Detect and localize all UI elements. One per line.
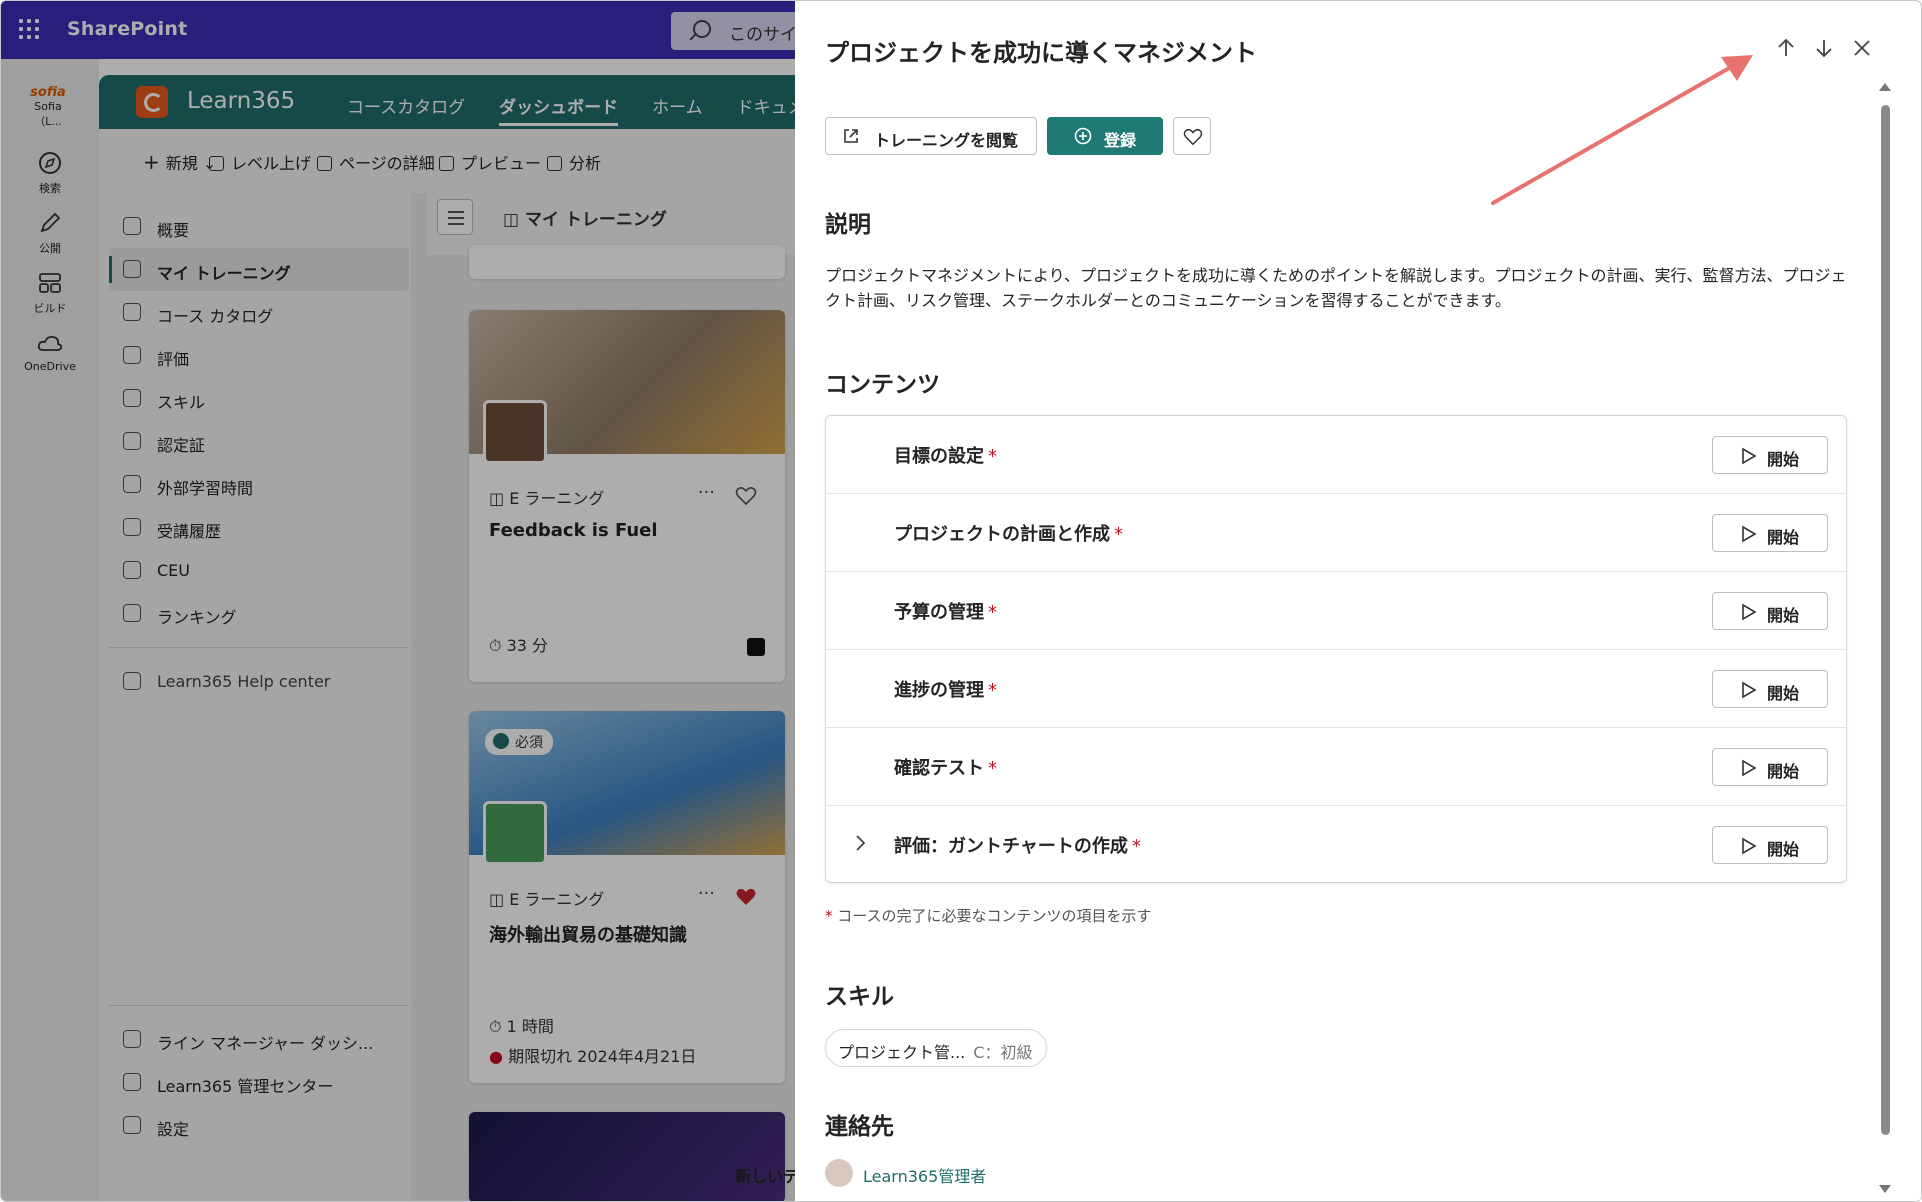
open-external-icon <box>844 129 858 143</box>
content-name: 評価：ガントチャートの作成 * <box>894 832 1141 858</box>
modal-overlay[interactable] <box>1 1 795 1201</box>
content-name: 確認テスト * <box>894 754 997 780</box>
content-name: 目標の設定 * <box>894 442 997 468</box>
description-text: プロジェクトマネジメントにより、プロジェクトを成功に導くためのポイントを解説しま… <box>825 266 1847 310</box>
content-title: 確認テスト <box>894 758 984 779</box>
panel-title: プロジェクトを成功に導くマネジメント <box>825 39 1257 67</box>
start-label: 開始 <box>1767 606 1800 625</box>
chevron-right-icon[interactable] <box>850 832 870 854</box>
required-star: * <box>988 602 997 623</box>
start-label: 開始 <box>1767 528 1800 547</box>
content-row: 進捗の管理 * 開始 <box>826 650 1846 728</box>
panel-scrollbar[interactable] <box>1877 83 1893 1193</box>
start-label: 開始 <box>1767 450 1800 469</box>
content-row: プロジェクトの計画と作成 * 開始 <box>826 494 1846 572</box>
scroll-down-icon[interactable] <box>1879 1185 1891 1193</box>
required-star: * <box>1131 836 1141 857</box>
content-title: 目標の設定 <box>894 446 984 467</box>
close-panel-button[interactable] <box>1849 35 1875 61</box>
view-training-button[interactable]: トレーニングを閲覧 <box>825 117 1037 155</box>
scroll-up-icon[interactable] <box>1879 83 1891 91</box>
required-star: * <box>988 680 997 701</box>
start-button[interactable]: 開始 <box>1712 514 1828 552</box>
contents-list: 目標の設定 * 開始 プロジェクトの計画と作成 * 開始 予算の管理 * 開始 進捗の… <box>825 415 1847 883</box>
content-row-expandable: 評価：ガントチャートの作成 * 開始 <box>826 806 1846 884</box>
skill-name: プロジェクト管... <box>838 1043 966 1062</box>
play-icon <box>1742 681 1757 699</box>
play-icon <box>1742 603 1757 621</box>
start-label: 開始 <box>1767 684 1800 703</box>
play-icon <box>1742 759 1757 777</box>
start-button[interactable]: 開始 <box>1712 826 1828 864</box>
heart-icon <box>1183 128 1203 146</box>
start-label: 開始 <box>1767 762 1800 781</box>
content-row: 目標の設定 * 開始 <box>826 416 1846 494</box>
add-circle-icon <box>1074 127 1092 145</box>
arrow-up-icon <box>1778 38 1794 56</box>
next-item-button[interactable] <box>1811 35 1837 61</box>
required-note-star: * <box>825 907 833 925</box>
enroll-label: 登録 <box>1104 131 1137 150</box>
scrollbar-thumb[interactable] <box>1881 105 1890 1135</box>
contact-heading: 連絡先 <box>825 1114 894 1140</box>
play-icon <box>1742 525 1757 543</box>
content-title: 予算の管理 <box>894 602 984 623</box>
close-icon <box>1854 40 1870 56</box>
required-star: * <box>988 446 997 467</box>
content-name: 進捗の管理 * <box>894 676 997 702</box>
start-button[interactable]: 開始 <box>1712 670 1828 708</box>
start-button[interactable]: 開始 <box>1712 436 1828 474</box>
play-icon <box>1742 837 1757 855</box>
content-title: 評価：ガントチャートの作成 <box>894 836 1128 857</box>
required-note: * コースの完了に必要なコンテンツの項目を示す <box>825 905 1152 926</box>
course-detail-panel: プロジェクトを成功に導くマネジメント トレーニングを閲覧 登録 説明 プロジェク… <box>795 1 1921 1201</box>
start-label: 開始 <box>1767 840 1800 859</box>
content-row: 確認テスト * 開始 <box>826 728 1846 806</box>
previous-item-button[interactable] <box>1773 35 1799 61</box>
skills-heading: スキル <box>825 984 894 1010</box>
contact-link[interactable]: Learn365管理者 <box>825 1159 986 1189</box>
start-button[interactable]: 開始 <box>1712 592 1828 630</box>
content-row: 予算の管理 * 開始 <box>826 572 1846 650</box>
start-button[interactable]: 開始 <box>1712 748 1828 786</box>
content-title: 進捗の管理 <box>894 680 984 701</box>
arrow-down-icon <box>1816 40 1832 58</box>
required-star: * <box>1114 524 1123 545</box>
description-heading: 説明 <box>825 212 871 238</box>
required-note-text: コースの完了に必要なコンテンツの項目を示す <box>837 907 1152 925</box>
favorite-button[interactable] <box>1173 117 1211 155</box>
skill-chip[interactable]: プロジェクト管... C：初級 <box>825 1029 1048 1067</box>
skill-level: C：初級 <box>973 1043 1033 1062</box>
content-title: プロジェクトの計画と作成 <box>894 524 1110 545</box>
content-name: プロジェクトの計画と作成 * <box>894 520 1123 546</box>
window-frame: SharePoint このサイ sofia Sofia（L... 検索 公開 ビ… <box>0 0 1922 1202</box>
required-star: * <box>988 758 997 779</box>
contents-heading: コンテンツ <box>825 372 940 398</box>
view-training-label: トレーニングを閲覧 <box>874 131 1019 150</box>
avatar <box>825 1159 853 1187</box>
contact-name: Learn365管理者 <box>863 1167 987 1186</box>
play-icon <box>1742 447 1757 465</box>
enroll-button[interactable]: 登録 <box>1047 117 1163 155</box>
content-name: 予算の管理 * <box>894 598 997 624</box>
